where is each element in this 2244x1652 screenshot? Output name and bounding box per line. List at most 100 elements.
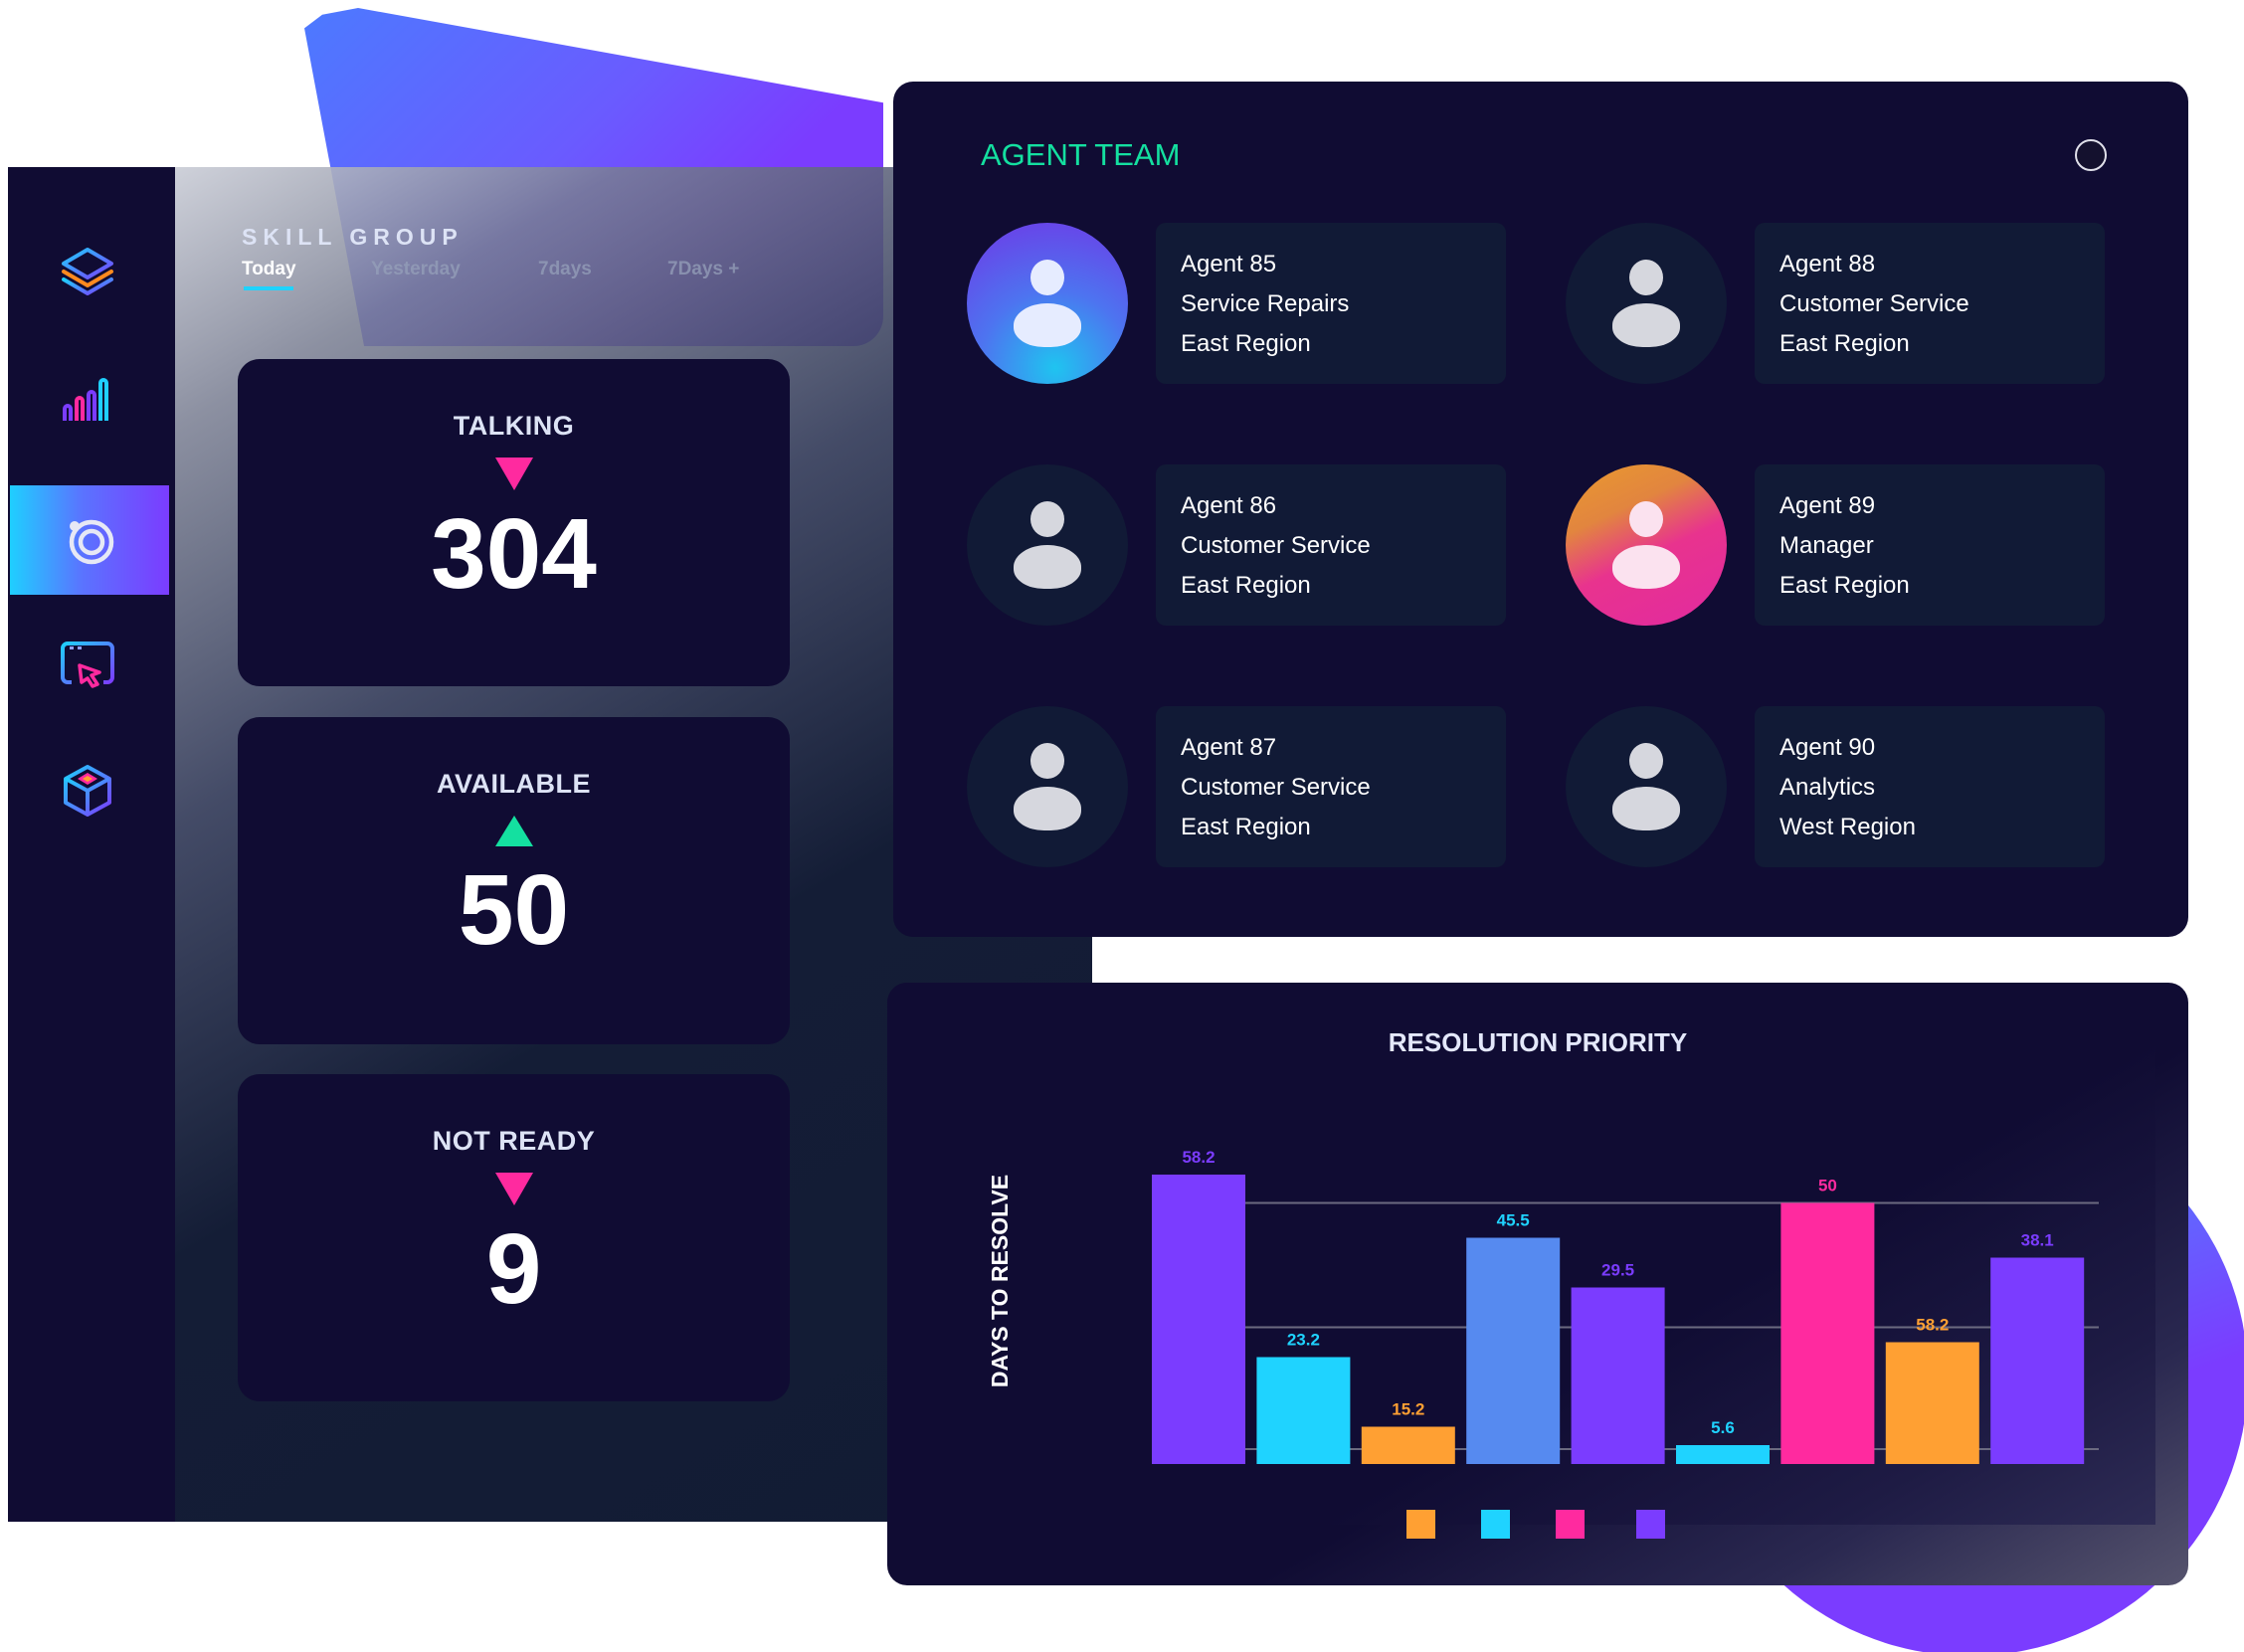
agent-department: Customer Service [1181,774,1371,801]
agent-region: East Region [1779,572,1910,599]
agent-name: Agent 86 [1181,492,1277,519]
avatar[interactable] [1566,706,1727,867]
agent-name: Agent 90 [1779,734,1876,761]
legend-swatch[interactable] [1406,1510,1435,1539]
agent-team-title: AGENT TEAM [981,137,1181,172]
avatar[interactable] [1566,464,1727,626]
legend-swatch[interactable] [1481,1510,1510,1539]
agent-card: Agent 85 Service Repairs East Region [967,223,1536,384]
agent-card: Agent 88 Customer Service East Region [1566,223,2135,384]
stat-value: 9 [485,1213,542,1325]
stat-value: 50 [458,854,570,966]
chart-data-label: 50 [1818,1177,1837,1195]
agent-region: West Region [1779,814,1916,840]
user-icon-body [1014,787,1081,830]
stat-card-available: AVAILABLE 50 [238,717,790,1044]
chart-data-label: 58.2 [1916,1316,1949,1335]
user-icon [1030,260,1064,295]
stat-label: NOT READY [432,1126,596,1156]
agent-region: East Region [1181,330,1311,357]
chart-data-label: 23.2 [1287,1331,1320,1350]
layers-icon [62,248,113,295]
sidebar-item-agents[interactable] [10,485,169,595]
chart-bar[interactable] [1990,1257,2085,1465]
chart-bar[interactable] [1361,1426,1455,1465]
chart-bar[interactable] [1780,1202,1875,1465]
tab-7days-plus[interactable]: 7Days + [667,259,739,290]
avatar[interactable] [967,706,1128,867]
user-icon [1629,260,1663,295]
stat-value: 304 [431,498,597,610]
chart-bar[interactable] [1256,1357,1351,1465]
time-range-tabs: Today Yesterday 7days 7Days + [242,259,739,290]
agent-department: Customer Service [1181,532,1371,559]
agent-team-panel: AGENT TEAM Agent 85 Service Repairs East… [893,82,2188,937]
agent-name: Agent 87 [1181,734,1277,761]
chart-data-label: 58.2 [1182,1148,1215,1167]
stat-card-talking: TALKING 304 [238,359,790,686]
chart-bar[interactable] [1571,1287,1665,1465]
chart-data-label: 38.1 [2021,1231,2054,1250]
avatar[interactable] [967,464,1128,626]
agent-department: Customer Service [1779,290,1969,317]
chart-legend [887,1510,2188,1540]
legend-swatch[interactable] [1636,1510,1665,1539]
trend-up-icon [494,816,533,846]
sidebar-item-layers[interactable] [8,217,167,326]
sidebar-item-analytics[interactable] [8,344,167,454]
user-icon-body [1612,303,1680,347]
stat-label: AVAILABLE [437,769,591,799]
avatar[interactable] [1566,223,1727,384]
agent-card: Agent 89 Manager East Region [1566,464,2135,626]
sidebar-item-products[interactable] [8,736,167,845]
agent-card: Agent 90 Analytics West Region [1566,706,2135,867]
browser-click-icon [61,642,114,688]
tab-7days[interactable]: 7days [538,259,667,290]
stat-card-not-ready: NOT READY 9 [238,1074,790,1401]
chart-bar[interactable] [1885,1342,1979,1465]
chart-data-label: 5.6 [1711,1418,1735,1437]
agent-info[interactable]: Agent 85 Service Repairs East Region [1156,223,1506,384]
resolution-priority-panel: RESOLUTION PRIORITY DAYS TO RESOLVE 58.2… [887,983,2188,1585]
chart-bar[interactable] [1676,1445,1770,1464]
circle-menu-icon[interactable] [2075,139,2107,171]
user-icon-body [1612,787,1680,830]
bar-chart-icon [63,378,108,421]
agent-info[interactable]: Agent 87 Customer Service East Region [1156,706,1506,867]
chart-bar[interactable] [1152,1175,1245,1464]
agent-name: Agent 88 [1779,251,1876,277]
legend-swatch[interactable] [1556,1510,1585,1539]
agent-department: Manager [1779,532,1874,559]
tab-today[interactable]: Today [242,259,371,290]
ring-orbit-icon [69,519,114,565]
user-icon-body [1014,545,1081,589]
chart-data-label: 45.5 [1497,1211,1530,1230]
agent-info[interactable]: Agent 90 Analytics West Region [1755,706,2105,867]
avatar[interactable] [967,223,1128,384]
agent-name: Agent 85 [1181,251,1277,277]
agent-info[interactable]: Agent 88 Customer Service East Region [1755,223,2105,384]
agent-department: Service Repairs [1181,290,1350,317]
sidebar-item-web[interactable] [8,610,167,719]
trend-down-icon [494,458,533,490]
chart-data-label: 15.2 [1392,1400,1424,1419]
skill-group-title: SKILL GROUP [242,224,464,250]
agent-region: East Region [1779,330,1910,357]
chart-data-label: 29.5 [1601,1261,1634,1280]
tab-yesterday[interactable]: Yesterday [371,259,538,290]
chart-bar[interactable] [1466,1237,1561,1465]
stat-label: TALKING [453,411,575,441]
agent-department: Analytics [1779,774,1876,801]
bar-chart: 58.2 23.2 15.2 45.5 29.5 5.6 50 58.2 38.1 [1152,1148,2099,1465]
sidebar [8,167,175,1522]
user-icon [1629,743,1663,779]
user-icon [1030,743,1064,779]
agent-region: East Region [1181,814,1311,840]
agent-info[interactable]: Agent 89 Manager East Region [1755,464,2105,626]
agent-info[interactable]: Agent 86 Customer Service East Region [1156,464,1506,626]
box-icon [64,765,111,817]
user-icon [1629,501,1663,537]
trend-down-icon [494,1173,533,1205]
agent-region: East Region [1181,572,1311,599]
agent-card: Agent 86 Customer Service East Region [967,464,1536,626]
